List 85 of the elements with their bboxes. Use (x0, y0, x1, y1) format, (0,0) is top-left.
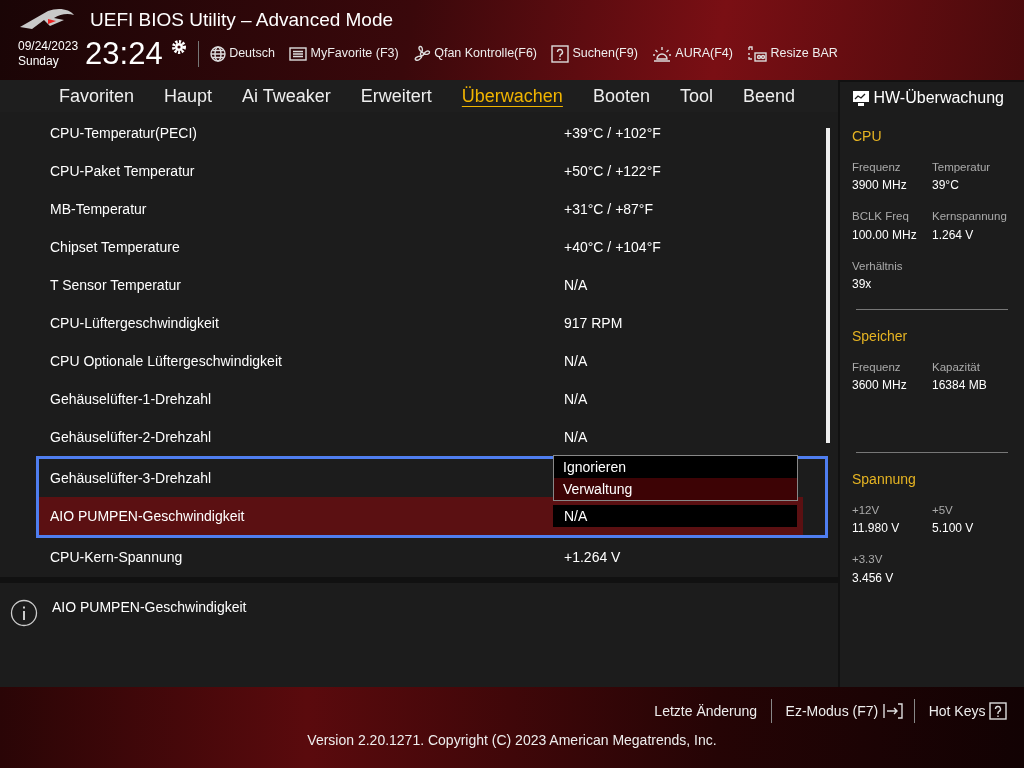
value-field[interactable]: N/A (553, 505, 797, 527)
setting-value: N/A (563, 428, 589, 447)
help-icon (989, 702, 1007, 720)
setting-value: N/A (563, 276, 589, 295)
metric-label: Kapazität (932, 359, 981, 375)
toolbar-button[interactable]: Resize BAR (770, 44, 838, 63)
fan-icon (412, 44, 431, 63)
toolbar-button[interactable]: AURA(F4) (675, 44, 733, 63)
list-icon (289, 46, 307, 61)
exit-icon (881, 702, 904, 720)
metric-value: 3600 MHz (852, 377, 908, 394)
dropdown-option[interactable]: Verwaltung (554, 478, 797, 500)
setting-row[interactable]: AIO PUMPEN-Geschwindigkeit N/A (39, 497, 803, 535)
help-icon (551, 44, 570, 63)
help-text: AIO PUMPEN-Geschwindigkeit (52, 598, 247, 617)
menu-tab[interactable]: Favoriten (44, 81, 150, 111)
menu-tab[interactable]: Überwachen (446, 81, 578, 111)
setting-label[interactable]: CPU Optionale Lüftergeschwindigkeit (50, 350, 282, 372)
metric-value: 3.456 V (852, 569, 895, 587)
section-title: CPU (852, 127, 883, 146)
setting-label[interactable]: Gehäuselüfter-2-Drehzahl (50, 426, 212, 448)
setting-label[interactable]: CPU-Paket Temperatur (50, 160, 195, 182)
setting-label[interactable]: T Sensor Temperatur (50, 274, 181, 296)
setting-label[interactable]: Gehäuselüfter-1-Drehzahl (50, 388, 212, 410)
menu-tab[interactable]: Beend (728, 81, 811, 111)
setting-label[interactable]: CPU-Temperatur(PECI) (50, 122, 198, 144)
section-title: Spannung (852, 470, 917, 489)
toolbar-button[interactable]: MyFavorite (F3) (310, 44, 399, 63)
day-text: Sunday (18, 53, 60, 68)
metric-label: Temperatur (932, 160, 992, 175)
setting-value: +31°C / +87°F (563, 200, 655, 219)
setting-value: +50°C / +122°F (563, 162, 662, 181)
setting-value: N/A (563, 352, 589, 371)
setting-value: +1.264 V (563, 548, 622, 567)
footer-link[interactable]: Letzte Änderung (640, 700, 761, 722)
metric-value: 11.980 V (852, 520, 901, 538)
metric-value: 5.100 V (932, 520, 975, 538)
setting-value: 917 RPM (563, 314, 624, 333)
metric-value: 16384 MB (932, 377, 988, 394)
lamp-icon (651, 44, 672, 63)
chip-icon (747, 44, 767, 63)
window-title: UEFI BIOS Utility – Advanced Mode (90, 8, 394, 32)
menu-tab[interactable]: Booten (577, 81, 665, 111)
globe-icon (209, 45, 226, 62)
metric-label: +3.3V (852, 552, 884, 568)
setting-label[interactable]: MB-Temperatur (50, 198, 147, 220)
metric-label: Verhältnis (852, 258, 904, 274)
section-title: Speicher (852, 326, 909, 346)
metric-label: Frequenz (852, 160, 902, 175)
menu-tab[interactable]: Tool (664, 81, 728, 111)
metric-value: 100.00 MHz (852, 226, 918, 244)
setting-label[interactable]: CPU-Lüftergeschwindigkeit (50, 312, 219, 334)
clock-text: 23:24 (85, 38, 163, 69)
metric-value: 3900 MHz (852, 177, 908, 195)
setting-value: +39°C / +102°F (563, 124, 662, 143)
date-text: 09/24/2023 (18, 39, 79, 54)
setting-label[interactable]: Chipset Temperature (50, 236, 180, 258)
dropdown-option[interactable]: Ignorieren (554, 456, 797, 478)
metric-value: 1.264 V (932, 226, 975, 244)
settings-icon[interactable] (169, 38, 188, 56)
scrollbar[interactable] (826, 128, 830, 443)
toolbar-button[interactable]: Qfan Kontrolle(F6) (434, 44, 538, 63)
info-icon (10, 599, 38, 627)
menu-tab[interactable]: Erweitert (345, 81, 447, 111)
setting-value: N/A (563, 390, 589, 409)
menu-tab[interactable]: Ai Tweaker (227, 81, 346, 111)
panel-title: HW-Überwachung (873, 88, 1004, 108)
metric-label: +12V (852, 503, 881, 518)
metric-value: 39°C (932, 177, 960, 195)
setting-label: AIO PUMPEN-Geschwindigkeit (50, 506, 245, 526)
monitor-icon (852, 89, 870, 107)
metric-label: Frequenz (852, 359, 902, 375)
footer-link[interactable]: Hot Keys (914, 700, 989, 722)
metric-value: 39x (852, 275, 873, 293)
metric-label: Kernspannung (932, 209, 1008, 225)
toolbar-button[interactable]: Suchen(F9) (572, 44, 638, 63)
version-text: Version 2.20.1271. Copyright (C) 2023 American Megatrends, Inc. (306, 731, 718, 750)
setting-value: +40°C / +104°F (563, 238, 662, 257)
footer-link[interactable]: Ez-Modus (F7) (771, 700, 882, 722)
setting-label[interactable]: Gehäuselüfter-3-Drehzahl (50, 467, 212, 489)
toolbar-button[interactable]: Deutsch (229, 44, 275, 63)
setting-label[interactable]: CPU-Kern-Spannung (50, 546, 183, 568)
metric-label: +5V (932, 503, 954, 518)
metric-label: BCLK Freq (852, 209, 910, 225)
menu-tab[interactable]: Haupt (149, 81, 228, 111)
